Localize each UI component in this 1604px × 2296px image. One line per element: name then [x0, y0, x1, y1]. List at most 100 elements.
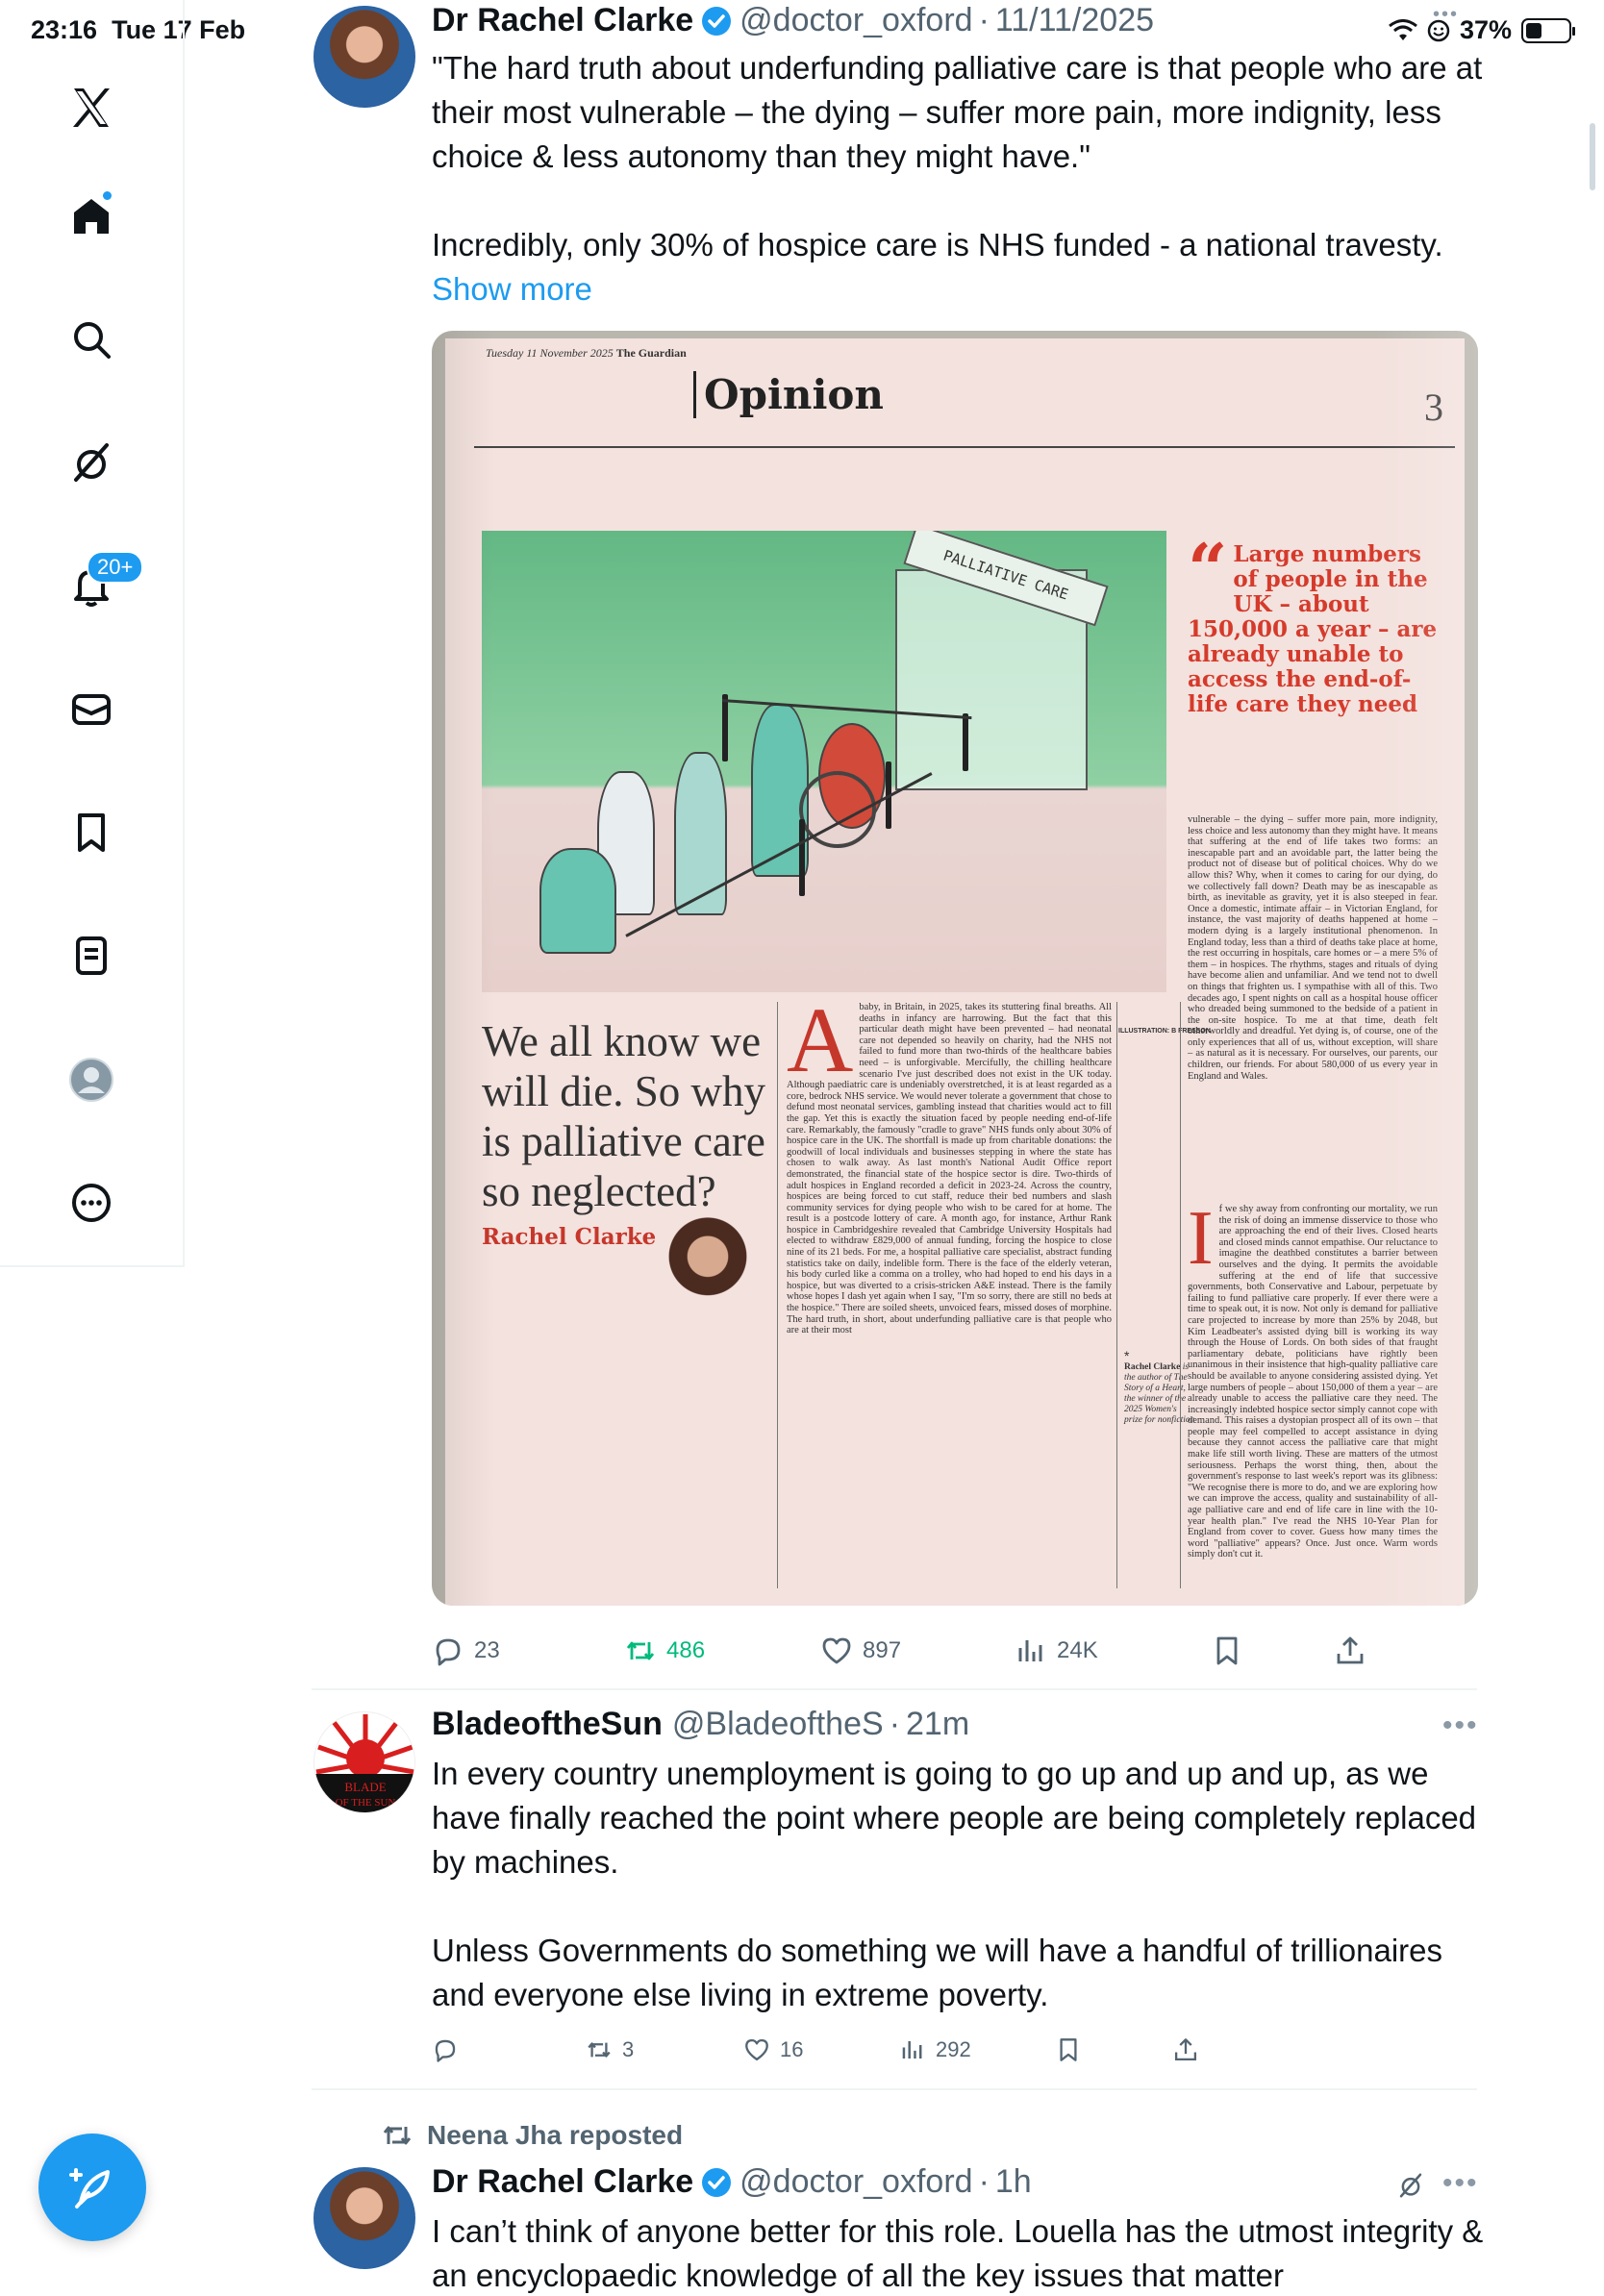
pull-quote: “Large numbers of people in the UK – abo…	[1188, 535, 1438, 717]
bookmark-icon	[1216, 1636, 1238, 1665]
tweet-body: "The hard truth about underfunding palli…	[432, 50, 1483, 262]
like-button[interactable]: 897	[820, 1635, 901, 1667]
tweet-header: BladeoftheSun @BladeoftheS · 21m	[432, 1706, 969, 1743]
share-icon	[1174, 2038, 1197, 2061]
tweet-time[interactable]: 21m	[906, 1706, 969, 1743]
lists-icon[interactable]	[53, 917, 130, 994]
share-icon	[1337, 1636, 1364, 1664]
illustration: PALLIATIVE CARE	[482, 531, 1166, 992]
repost-icon	[626, 1641, 655, 1660]
avatar[interactable]: BLADE OF THE SUN	[313, 1711, 415, 1813]
reply-count: 23	[474, 1637, 500, 1663]
profile-icon[interactable]	[53, 1041, 130, 1118]
repost-button[interactable]: 486	[624, 1635, 705, 1667]
newspaper-title: The Guardian	[615, 346, 687, 360]
tweet-time[interactable]: 1h	[995, 2163, 1032, 2201]
svg-text:BLADE: BLADE	[344, 1780, 386, 1794]
compose-button[interactable]	[38, 2134, 146, 2241]
like-button[interactable]: 16	[743, 2036, 803, 2063]
x-logo-icon[interactable]	[53, 69, 130, 146]
article-column-right-bottom: If we shy away from confronting our mort…	[1188, 1204, 1438, 1588]
author-handle[interactable]: @doctor_oxford	[739, 2163, 972, 2201]
tweet-actions: 3 16 292	[432, 2031, 1478, 2069]
author-handle[interactable]: @doctor_oxford	[739, 2, 972, 39]
heart-icon	[822, 1637, 851, 1664]
author-name[interactable]: BladeoftheSun	[432, 1706, 663, 1743]
notifications-icon[interactable]: 20+	[53, 547, 144, 624]
separator: ·	[978, 2163, 990, 2200]
verified-badge-icon	[702, 2167, 732, 2197]
views-button[interactable]: 24K	[1015, 1635, 1098, 1667]
messages-icon[interactable]	[53, 671, 130, 748]
tweet-text: "The hard truth about underfunding palli…	[432, 46, 1490, 312]
page-number: 3	[1424, 386, 1443, 429]
bookmark-button[interactable]	[1055, 2036, 1082, 2063]
avatar[interactable]	[313, 2167, 415, 2269]
column-rule	[1180, 1002, 1181, 1588]
tweet-media-photo[interactable]: Tuesday 11 November 2025 The Guardian Op…	[432, 331, 1478, 1606]
battery-icon	[1521, 17, 1575, 43]
reply-button[interactable]	[432, 2036, 468, 2063]
focus-mode-icon	[1427, 19, 1450, 41]
tweet-text: I can’t think of anyone better for this …	[432, 2213, 1484, 2293]
separator: ·	[889, 1706, 901, 1742]
search-icon[interactable]	[53, 301, 130, 378]
repost-button[interactable]: 3	[586, 2036, 634, 2063]
newspaper-date: Tuesday 11 November 2025 The Guardian	[486, 346, 687, 361]
sidebar: 20+	[0, 0, 185, 1267]
author-handle[interactable]: @BladeoftheS	[672, 1706, 884, 1743]
repost-count: 486	[666, 1637, 706, 1663]
author-name[interactable]: Dr Rachel Clarke	[432, 2163, 693, 2201]
show-more-link[interactable]: Show more	[432, 271, 592, 307]
tweet-header: Dr Rachel Clarke @doctor_oxford · 1h	[432, 2163, 1032, 2201]
bookmarks-icon[interactable]	[53, 794, 130, 871]
views-icon	[1018, 1640, 1042, 1661]
article-column-right-top: vulnerable – the dying – suffer more pai…	[1188, 814, 1438, 1082]
column-rule	[1116, 1002, 1117, 1588]
bio-name: Rachel Clarke	[1124, 1362, 1181, 1372]
barrier-post	[722, 694, 728, 761]
tweet-more-options-icon[interactable]: •••	[1442, 2167, 1479, 2200]
reply-icon	[436, 1638, 461, 1666]
author-bio: Rachel Clarke is the author of The Story…	[1124, 1362, 1196, 1426]
patient-figure	[674, 752, 727, 915]
wheelchair-patient-figure	[539, 848, 616, 954]
article-column-left: Ababy, in Britain, in 2025, takes its st…	[787, 1002, 1112, 1588]
svg-text:OF THE SUN: OF THE SUN	[336, 1797, 396, 1809]
share-button[interactable]	[1172, 2036, 1199, 2063]
compose-feather-icon	[69, 2168, 110, 2209]
barrier-post	[963, 713, 968, 771]
reply-icon	[435, 2039, 456, 2062]
scrollbar[interactable]	[1590, 123, 1595, 190]
newspaper-page: Tuesday 11 November 2025 The Guardian Op…	[445, 338, 1465, 1606]
tweet-header: Dr Rachel Clarke @doctor_oxford · 11/11/…	[432, 2, 1154, 39]
tweet-more-options-icon[interactable]: •••	[1442, 1710, 1479, 1742]
sidebar-divider	[0, 1265, 185, 1267]
grok-icon[interactable]	[1396, 2171, 1425, 2200]
bookmark-button[interactable]	[1211, 1635, 1243, 1667]
more-icon[interactable]	[53, 1164, 130, 1241]
views-button[interactable]: 292	[899, 2036, 971, 2063]
author-name[interactable]: Dr Rachel Clarke	[432, 2, 693, 39]
avatar[interactable]	[313, 6, 415, 108]
battery-percent: 37%	[1459, 15, 1512, 44]
article-byline: Rachel Clarke	[482, 1224, 657, 1250]
share-button[interactable]	[1334, 1635, 1366, 1667]
wifi-icon	[1389, 18, 1417, 40]
repost-indicator[interactable]: Neena Jha reposted	[381, 2119, 683, 2152]
home-icon[interactable]	[53, 178, 130, 255]
verified-badge-icon	[702, 6, 732, 36]
separator: ·	[978, 2, 990, 38]
notifications-badge: 20+	[87, 551, 144, 584]
article-headline: We all know we will die. So why is palli…	[482, 1017, 766, 1215]
status-indicators: 37%	[1389, 15, 1575, 45]
like-count: 16	[780, 2037, 804, 2061]
like-count: 897	[863, 1637, 902, 1663]
tweet-time[interactable]: 11/11/2025	[995, 2, 1154, 39]
repost-icon	[588, 2042, 611, 2058]
reply-button[interactable]: 23	[432, 1635, 500, 1667]
header-rule	[474, 446, 1455, 448]
illustration-credit: ILLUSTRATION: B FRESSON	[1118, 1028, 1211, 1035]
grok-icon[interactable]	[53, 424, 130, 501]
repost-icon	[383, 2126, 412, 2145]
